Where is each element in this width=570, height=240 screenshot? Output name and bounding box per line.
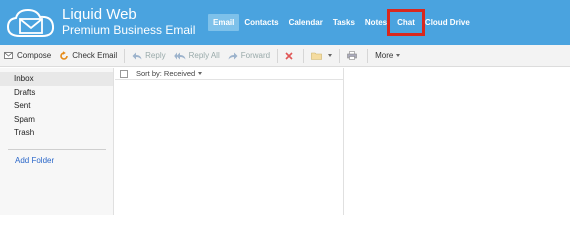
chevron-down-icon (328, 54, 333, 57)
move-to-folder-button[interactable] (307, 45, 336, 67)
reply-icon (132, 52, 142, 59)
toolbar-divider (367, 48, 369, 63)
delete-button[interactable] (281, 45, 300, 67)
nav-calendar[interactable]: Calendar (284, 14, 328, 31)
refresh-icon (60, 50, 69, 60)
forward-icon (228, 52, 238, 59)
compose-icon (4, 52, 13, 59)
sort-dropdown[interactable]: Sort by: Received (136, 69, 203, 78)
app-header: Liquid Web Premium Business Email Email … (0, 0, 570, 45)
chevron-down-icon (396, 54, 401, 57)
nav-email[interactable]: Email (208, 14, 240, 31)
more-button[interactable]: More (371, 45, 404, 67)
nav-contacts[interactable]: Contacts (239, 14, 283, 31)
folder-sidebar: Inbox Drafts Sent Spam Trash Add Folder (0, 68, 114, 215)
reply-all-icon (173, 52, 186, 59)
sidebar-divider (8, 149, 106, 150)
select-all-checkbox[interactable] (120, 69, 128, 78)
nav-cloud-drive[interactable]: Cloud Drive (420, 14, 475, 31)
main-nav: Email Contacts Calendar Tasks Notes Chat… (208, 9, 475, 36)
toolbar: Compose Check Email Reply Reply All Forw… (0, 45, 570, 67)
reply-all-label: Reply All (188, 51, 220, 60)
sort-label: Sort by: Received (136, 69, 196, 78)
message-list: Sort by: Received (115, 68, 344, 215)
print-button[interactable] (343, 45, 364, 67)
forward-button[interactable]: Forward (224, 45, 274, 67)
more-label: More (375, 51, 394, 60)
nav-notes[interactable]: Notes (360, 14, 392, 31)
print-icon (347, 51, 357, 60)
compose-button[interactable]: Compose (0, 45, 55, 67)
compose-label: Compose (17, 51, 52, 60)
folder-spam[interactable]: Spam (0, 113, 113, 127)
reading-pane (345, 68, 570, 215)
nav-tasks[interactable]: Tasks (328, 14, 360, 31)
check-email-label: Check Email (72, 51, 118, 60)
folder-drafts[interactable]: Drafts (0, 86, 113, 100)
envelope-logo-icon (6, 8, 55, 37)
brand-name: Liquid Web (62, 6, 137, 23)
reply-label: Reply (145, 51, 166, 60)
chevron-down-icon (198, 72, 203, 75)
folder-trash[interactable]: Trash (0, 126, 113, 140)
nav-chat[interactable]: Chat (387, 9, 425, 36)
brand: Liquid Web Premium Business Email (62, 6, 195, 37)
folder-icon (311, 52, 322, 60)
toolbar-divider (339, 48, 341, 63)
reply-button[interactable]: Reply (128, 45, 169, 67)
brand-subtitle: Premium Business Email (62, 23, 196, 37)
toolbar-divider (303, 48, 305, 63)
delete-icon (285, 51, 293, 60)
reply-all-button[interactable]: Reply All (170, 45, 224, 67)
forward-label: Forward (240, 51, 271, 60)
check-email-button[interactable]: Check Email (55, 45, 121, 67)
folder-sent[interactable]: Sent (0, 99, 113, 113)
toolbar-divider (124, 48, 126, 63)
toolbar-divider (277, 48, 279, 63)
add-folder-link[interactable]: Add Folder (15, 156, 54, 165)
message-list-header: Sort by: Received (115, 68, 343, 80)
folder-inbox[interactable]: Inbox (0, 72, 113, 86)
